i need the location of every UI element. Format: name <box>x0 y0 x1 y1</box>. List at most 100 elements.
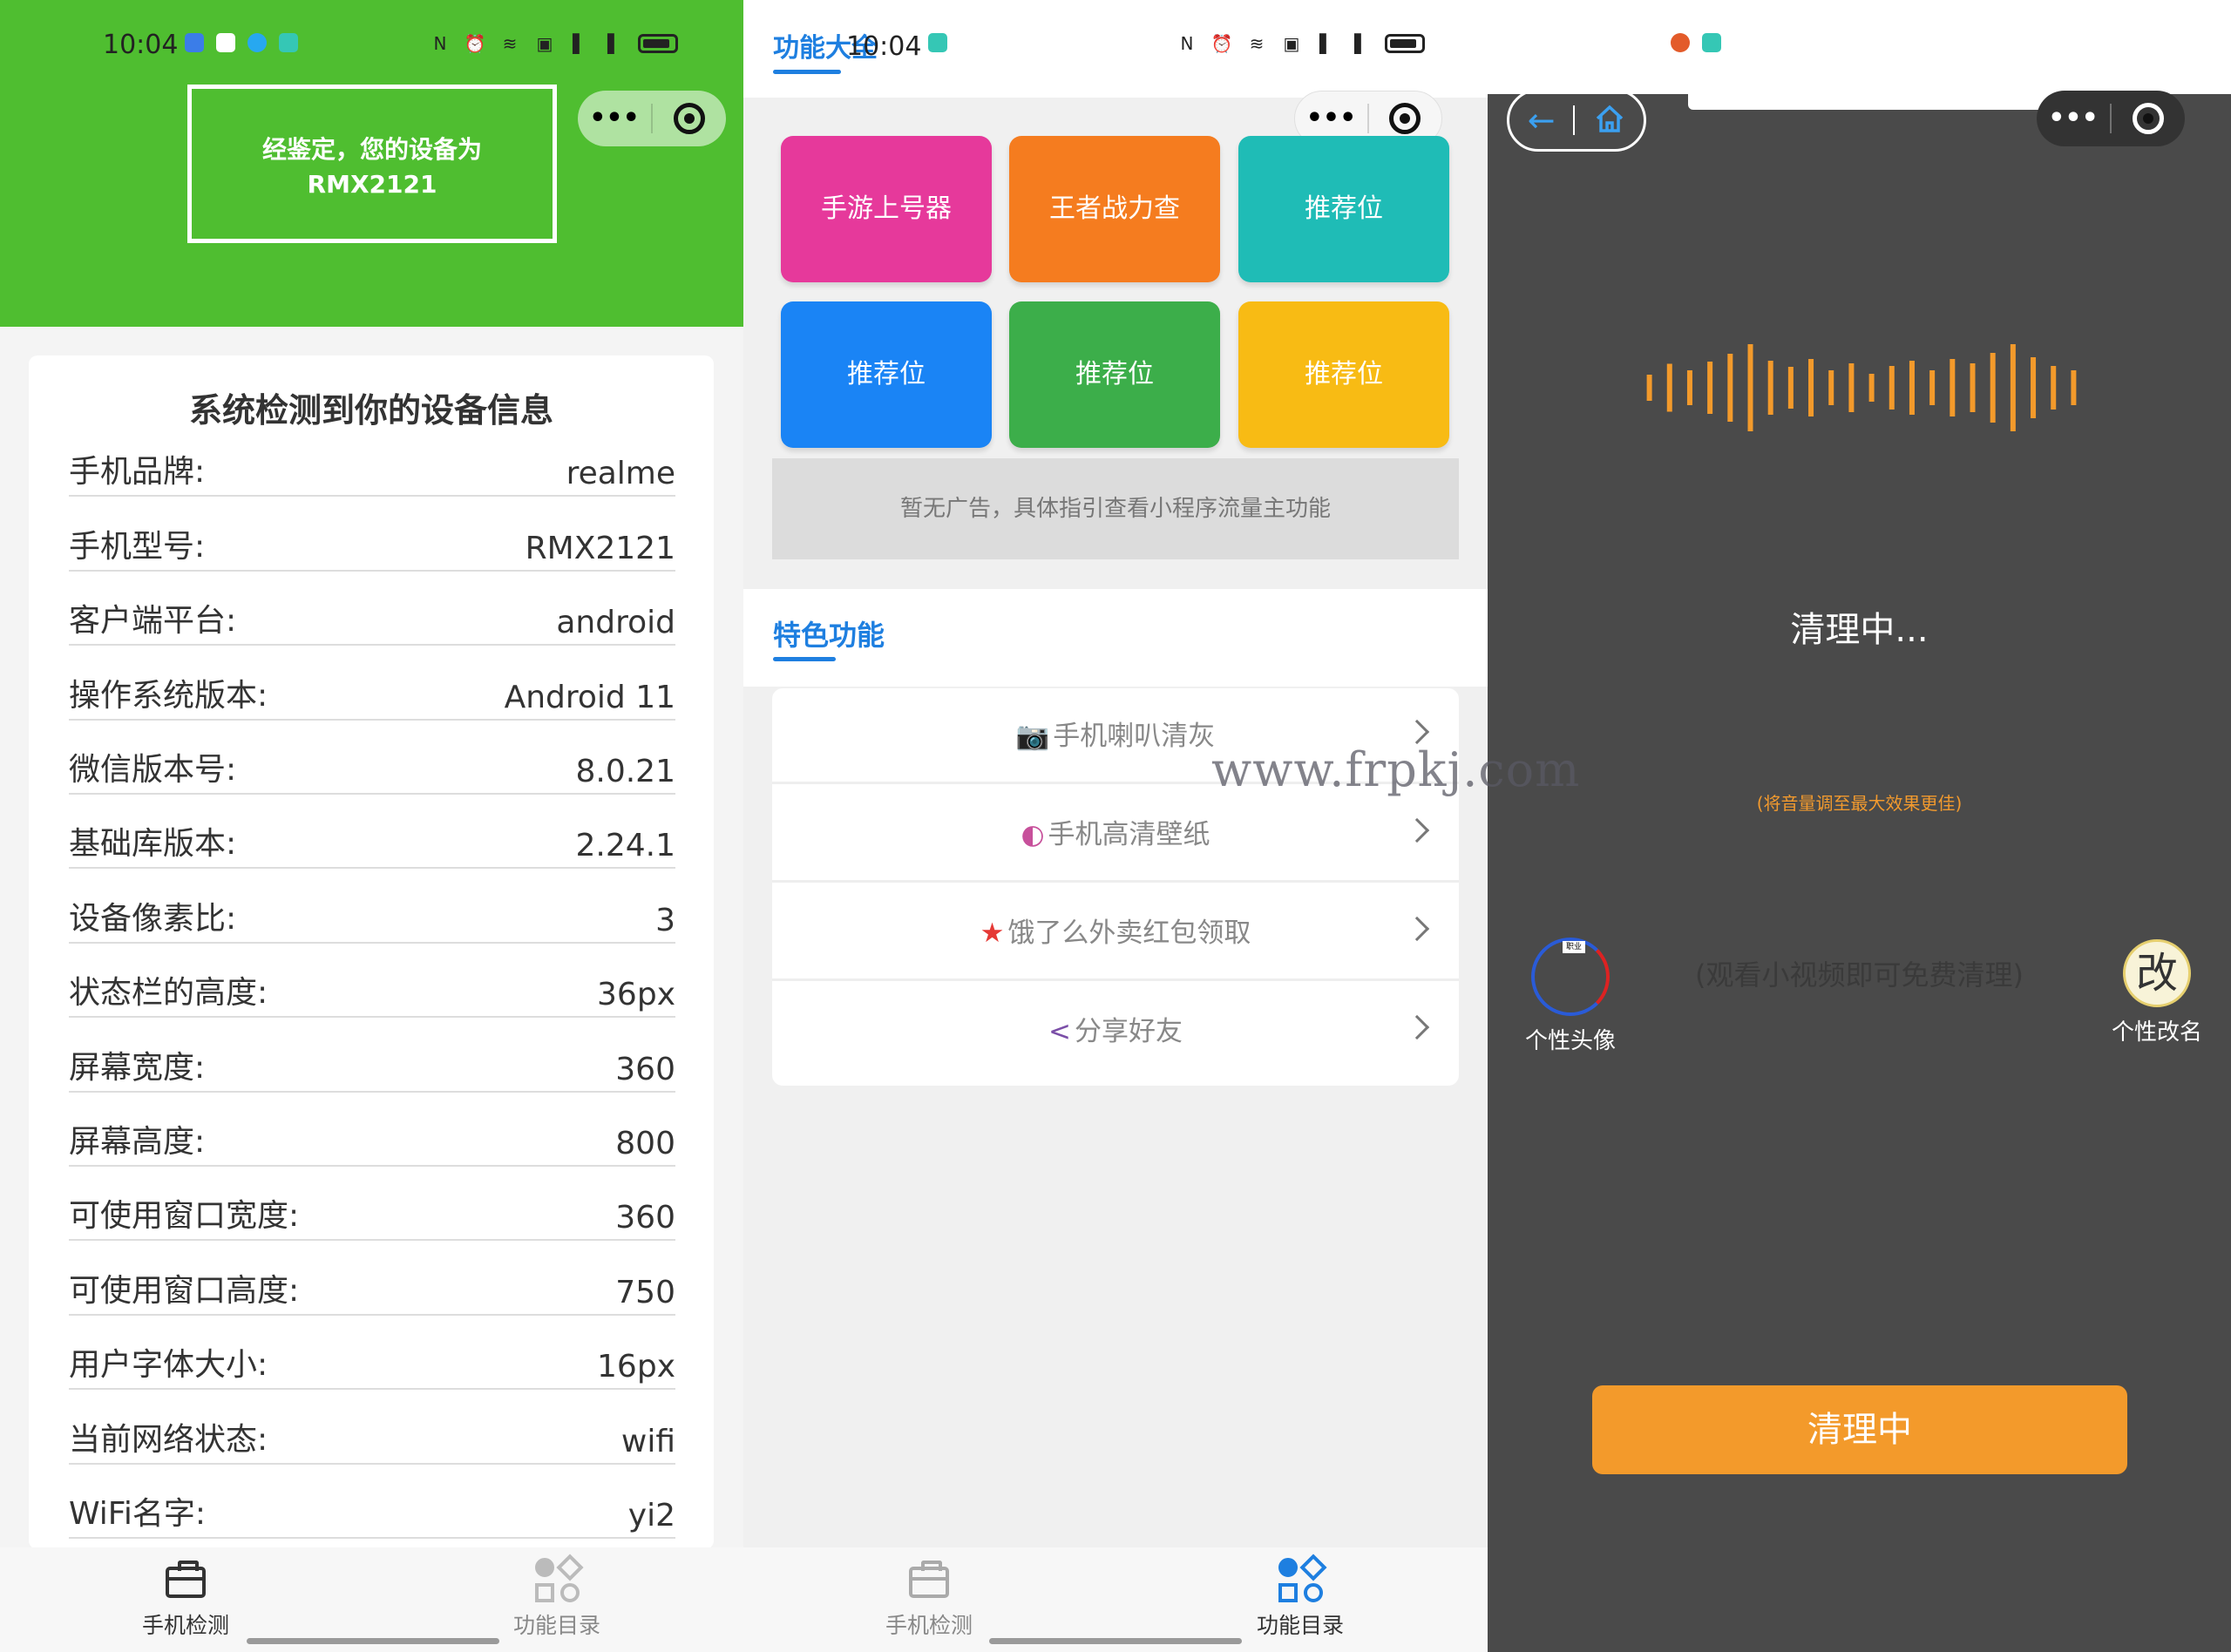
close-miniprogram-button[interactable] <box>1369 103 1441 134</box>
wave-bar <box>1808 359 1814 416</box>
tab-device-detect[interactable]: 手机检测 <box>98 1556 273 1640</box>
tile-label: 手游上号器 <box>821 193 952 224</box>
qq-icon <box>248 33 267 52</box>
info-value: wifi <box>620 1424 675 1459</box>
info-value: 360 <box>615 1200 675 1236</box>
status-bar <box>1488 0 2231 94</box>
tab-label: 手机检测 <box>885 1613 973 1638</box>
hd-icon: ▣ <box>536 33 553 54</box>
tile-label: 王者战力查 <box>1049 193 1180 224</box>
wave-bar <box>1787 367 1794 409</box>
home-icon[interactable] <box>1575 101 1644 139</box>
cleaning-button[interactable]: 清理中 <box>1592 1385 2127 1474</box>
feature-eleme-coupon[interactable]: ★ 饿了么外卖红包领取 <box>772 885 1459 981</box>
info-key: 屏幕宽度: <box>69 1050 206 1086</box>
tile-recommend[interactable]: 推荐位 <box>781 301 992 448</box>
info-value: 360 <box>615 1052 675 1087</box>
wifi-icon: ≋ <box>1249 33 1265 54</box>
info-key: 基础库版本: <box>69 826 237 862</box>
sound-wave-icon <box>1646 344 2077 431</box>
chat-icon <box>279 33 298 52</box>
home-indicator[interactable] <box>989 1638 1242 1644</box>
alarm-icon: ⏰ <box>1210 33 1233 54</box>
notification-icons <box>1671 33 1721 52</box>
result-line-2: RMX2121 <box>307 170 437 199</box>
info-key: 当前网络状态: <box>69 1422 268 1458</box>
signal-4g-icon: ▌ <box>1319 33 1333 54</box>
signal-5g-icon: ▌ <box>607 33 621 54</box>
tab-device-detect[interactable]: 手机检测 <box>842 1556 1016 1640</box>
custom-rename-entry[interactable]: 改 个性改名 <box>2096 939 2218 1046</box>
ad-placeholder: 暂无广告，具体指引查看小程序流量主功能 <box>772 458 1459 559</box>
info-key: 微信版本号: <box>69 752 237 788</box>
target-icon <box>2133 103 2164 134</box>
home-indicator[interactable] <box>247 1638 499 1644</box>
wave-bar <box>1889 366 1895 410</box>
avatar-icon: 职业 <box>1531 938 1610 1016</box>
info-value: yi2 <box>627 1498 675 1534</box>
info-value: 3 <box>655 903 675 938</box>
info-row: 设备像素比: 3 <box>69 869 675 944</box>
rename-label: 个性改名 <box>2111 1019 2202 1046</box>
tile-recommend[interactable]: 推荐位 <box>1238 301 1449 448</box>
wave-bar <box>1767 361 1773 415</box>
tile-recommend[interactable]: 推荐位 <box>1009 301 1220 448</box>
watermark: www.frpkj.com <box>1211 742 1581 797</box>
info-key: 手机型号: <box>69 529 206 565</box>
tile-label: 推荐位 <box>847 359 926 389</box>
info-row: 可使用窗口宽度: 360 <box>69 1166 675 1241</box>
info-value: 36px <box>597 977 675 1012</box>
tab-function-catalog[interactable]: 功能目录 <box>1213 1554 1387 1640</box>
briefcase-icon <box>162 1556 209 1603</box>
tile-game-login[interactable]: 手游上号器 <box>781 136 992 282</box>
info-key: WiFi名字: <box>69 1496 207 1532</box>
signal-5g-icon: ▌ <box>1354 33 1368 54</box>
chevron-right-icon <box>1404 1014 1430 1040</box>
more-menu-icon[interactable]: ••• <box>578 92 651 145</box>
close-miniprogram-button[interactable] <box>2112 103 2185 134</box>
wave-bar <box>2071 370 2077 405</box>
tile-label: 推荐位 <box>1075 359 1154 389</box>
wave-bar <box>1666 363 1672 412</box>
wave-bar <box>1990 353 1996 423</box>
status-bar: 10:04 N ⏰ ≋ ▣ ▌ ▌ <box>743 0 1488 94</box>
back-arrow-icon[interactable]: ← <box>1509 101 1573 139</box>
device-info-card: 系统检测到你的设备信息 手机品牌: realme 手机型号: RMX2121 客户端… <box>29 355 714 1549</box>
tab-function-catalog[interactable]: 功能目录 <box>470 1554 644 1640</box>
tile-recommend[interactable]: 推荐位 <box>1238 136 1449 282</box>
wifi-icon: ≋ <box>502 33 518 54</box>
calendar-icon <box>216 33 235 52</box>
device-result-box: 经鉴定，您的设备为 RMX2121 <box>187 85 557 243</box>
tab-bar: 手机检测 功能目录 <box>0 1547 743 1652</box>
nfc-icon: N <box>1180 33 1194 54</box>
taobao-icon <box>1671 33 1690 52</box>
status-time: 10:04 <box>846 31 922 62</box>
wave-bar <box>1909 361 1915 415</box>
feature-share[interactable]: < 分享好友 <box>772 984 1459 1080</box>
info-row: 基础库版本: 2.24.1 <box>69 794 675 869</box>
status-bar: 10:04 N ⏰ ≋ ▣ ▌ ▌ <box>0 0 743 94</box>
hd-icon: ▣ <box>1283 33 1300 54</box>
signal-4g-icon: ▌ <box>573 33 587 54</box>
info-value: 800 <box>615 1126 675 1161</box>
feature-label: 手机喇叭清灰 <box>1053 721 1216 752</box>
briefcase-icon <box>905 1556 953 1603</box>
wave-bar <box>2051 366 2057 410</box>
tile-power-check[interactable]: 王者战力查 <box>1009 136 1220 282</box>
info-value: RMX2121 <box>525 531 675 566</box>
info-key: 设备像素比: <box>69 901 237 937</box>
chat-icon <box>1702 33 1721 52</box>
feature-label: 分享好友 <box>1074 1016 1183 1047</box>
more-menu-icon[interactable]: ••• <box>2037 92 2110 145</box>
wave-bar <box>1848 363 1855 412</box>
custom-avatar-entry[interactable]: 职业 个性头像 <box>1514 938 1627 1055</box>
info-row: 状态栏的高度: 36px <box>69 943 675 1018</box>
app-notification-icon <box>185 33 204 52</box>
nfc-icon: N <box>433 33 447 54</box>
feature-wallpaper[interactable]: ◐ 手机高清壁纸 <box>772 787 1459 883</box>
tile-label: 推荐位 <box>1305 359 1383 389</box>
wave-bar <box>1747 344 1753 431</box>
close-miniprogram-button[interactable] <box>653 103 726 134</box>
info-key: 可使用窗口宽度: <box>69 1198 300 1234</box>
info-row: 可使用窗口高度: 750 <box>69 1241 675 1316</box>
